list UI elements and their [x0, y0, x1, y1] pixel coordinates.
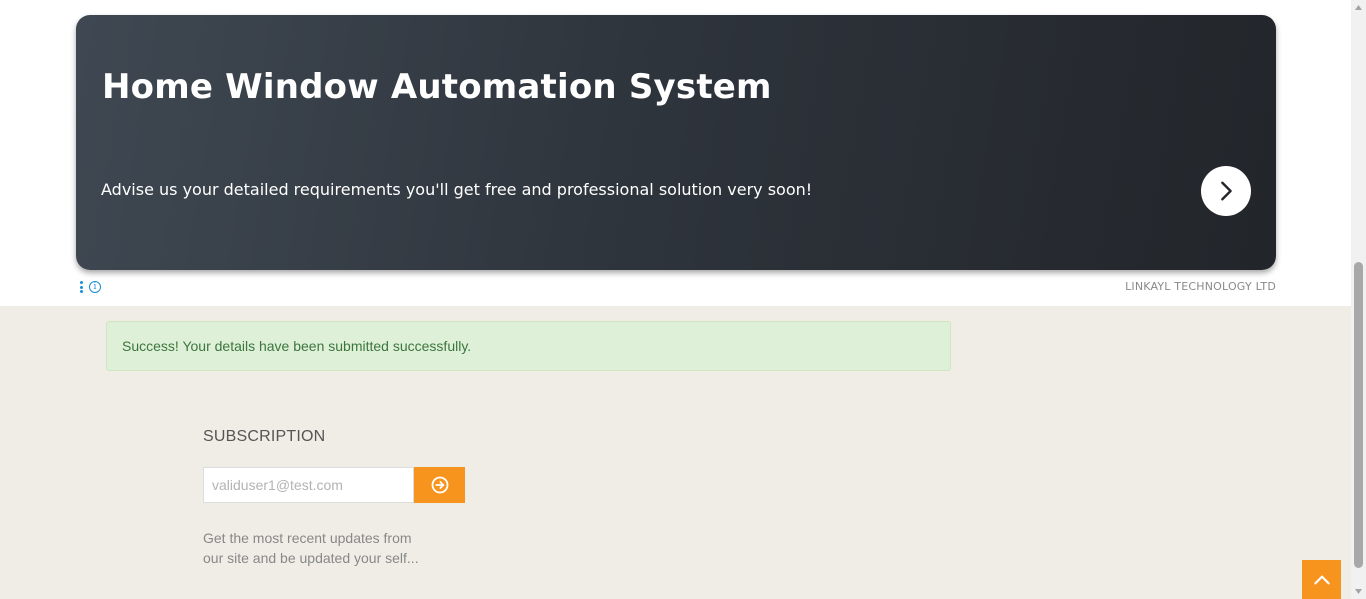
- subscription-submit-button[interactable]: [414, 467, 465, 503]
- info-icon[interactable]: i: [89, 281, 101, 293]
- ad-title: Home Window Automation System: [102, 67, 772, 107]
- success-alert: Success! Your details have been submitte…: [106, 321, 951, 371]
- scrollbar[interactable]: [1351, 0, 1366, 599]
- ad-description: Advise us your detailed requirements you…: [101, 180, 813, 199]
- back-to-top-button[interactable]: [1302, 560, 1341, 599]
- subscription-description: Get the most recent updates from our sit…: [203, 530, 419, 566]
- ad-brand[interactable]: LINKAYL TECHNOLOGY LTD: [1125, 280, 1276, 293]
- alert-message: Your details have been submitted success…: [178, 338, 472, 354]
- ad-next-button[interactable]: [1201, 166, 1251, 216]
- alert-strong: Success!: [122, 338, 179, 354]
- vertical-dots-icon[interactable]: [80, 281, 83, 293]
- circle-arrow-right-icon: [431, 476, 448, 494]
- subscription-form: [203, 467, 465, 503]
- ad-area: Home Window Automation System Advise us …: [0, 0, 1351, 306]
- chevron-up-icon: [1313, 575, 1330, 584]
- page: Home Window Automation System Advise us …: [0, 0, 1351, 599]
- main-content: Success! Your details have been submitte…: [0, 306, 1351, 599]
- ad-options[interactable]: i: [80, 279, 110, 295]
- scrollbar-thumb[interactable]: [1354, 262, 1363, 568]
- ad-banner[interactable]: Home Window Automation System Advise us …: [76, 15, 1276, 270]
- scroll-down-arrow-icon[interactable]: [1351, 584, 1366, 599]
- subscription-title: SUBSCRIPTION: [203, 428, 326, 445]
- subscription-email-input[interactable]: [203, 467, 414, 503]
- scroll-up-arrow-icon[interactable]: [1351, 0, 1366, 15]
- chevron-right-icon: [1221, 181, 1232, 201]
